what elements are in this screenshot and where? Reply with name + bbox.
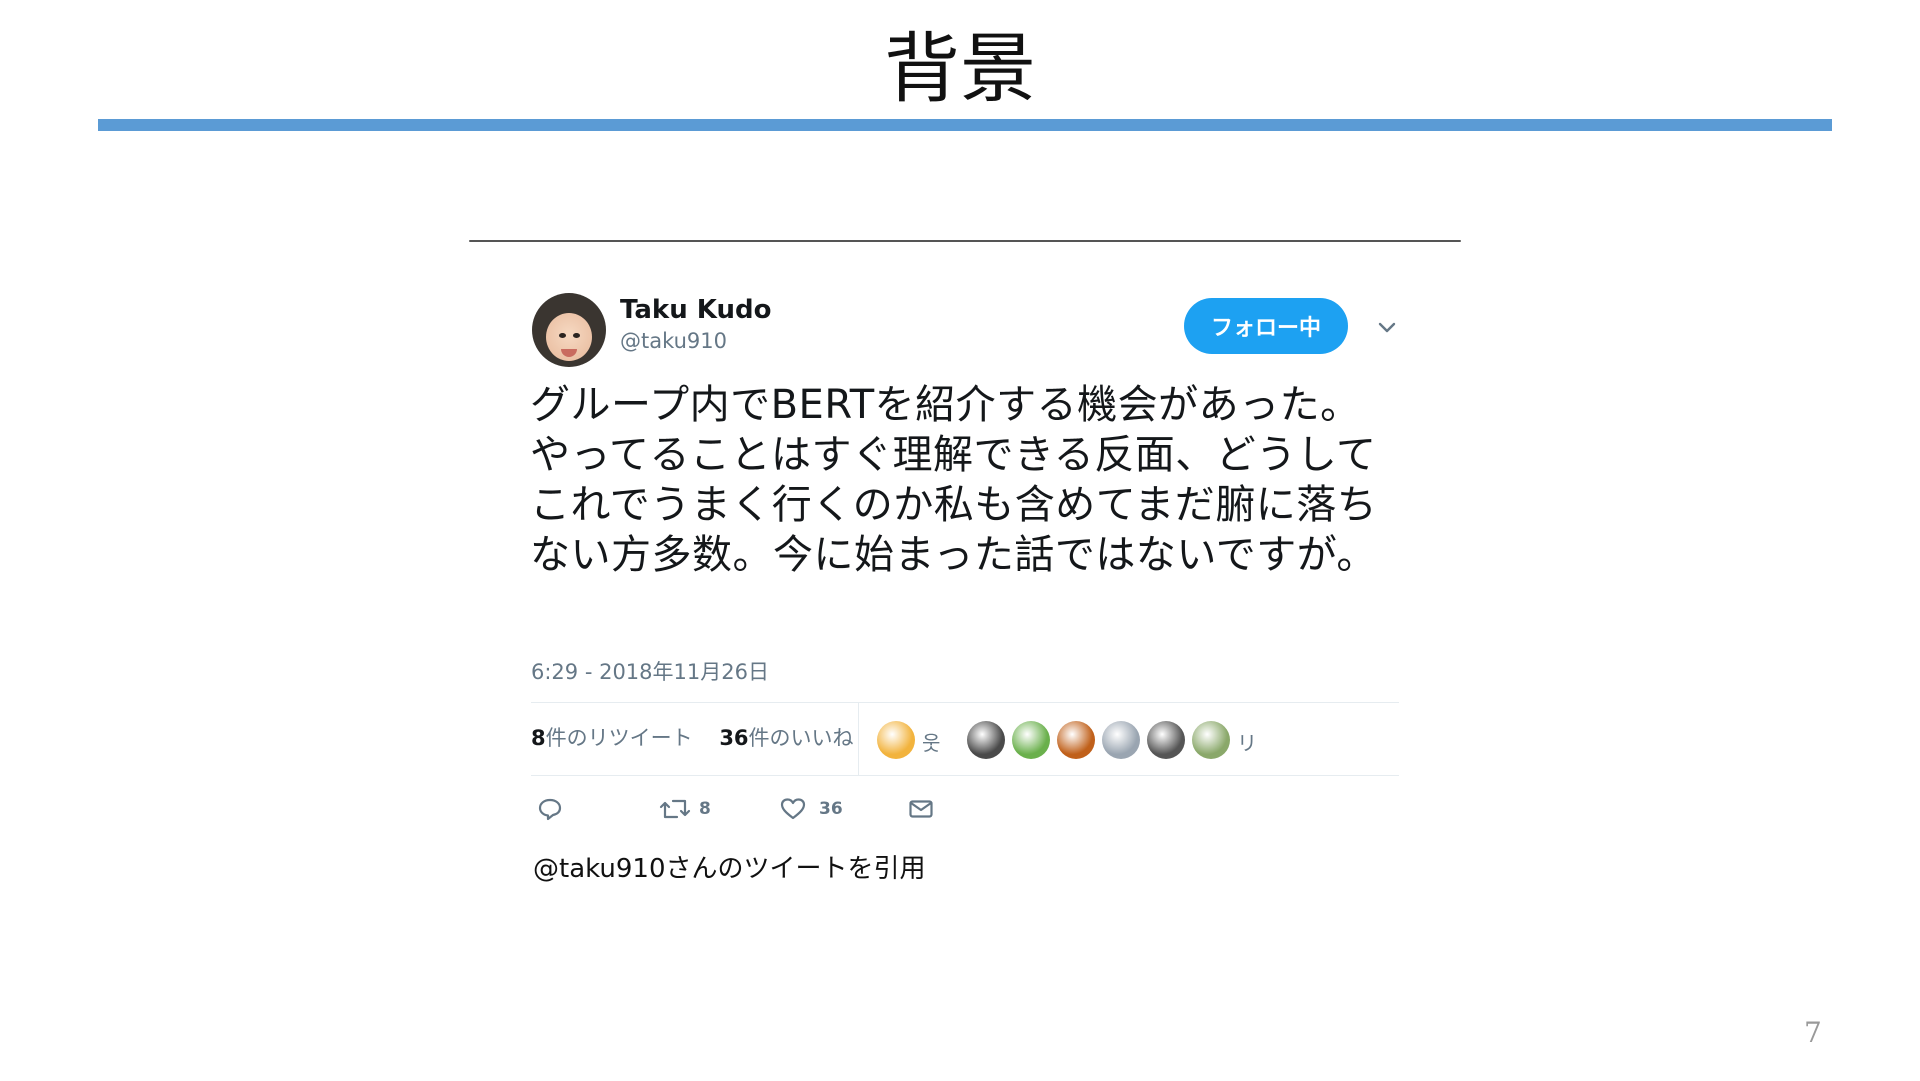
avatar-eye — [573, 333, 580, 338]
liker-avatar[interactable] — [1192, 721, 1230, 759]
like-count: 36 — [719, 726, 749, 750]
chevron-down-icon[interactable] — [1376, 316, 1398, 338]
reply-icon — [536, 795, 564, 823]
author-avatar[interactable] — [532, 293, 606, 367]
tweet-card-top-border — [469, 240, 1461, 242]
like-label: 件のいいね — [748, 726, 854, 750]
author-handle[interactable]: @taku910 — [620, 329, 727, 353]
stats-divider-top — [531, 702, 1399, 703]
dm-button[interactable] — [907, 795, 935, 823]
stats-divider-bottom — [531, 775, 1399, 776]
author-name[interactable]: Taku Kudo — [620, 295, 771, 325]
slide-title: 背景 — [884, 24, 1036, 113]
retweet-count: 8 — [531, 726, 546, 750]
tweet-text: グループ内でBERTを紹介する機会があった。やってることはすぐ理解できる反面、ど… — [530, 382, 1378, 578]
liker-avatar[interactable] — [1057, 721, 1095, 759]
liker-avatar[interactable] — [1147, 721, 1185, 759]
title-underline — [98, 119, 1832, 131]
liker-avatar[interactable] — [1012, 721, 1050, 759]
liker-avatar[interactable] — [967, 721, 1005, 759]
liker-avatar[interactable]: 웃 — [922, 727, 940, 756]
retweet-button[interactable]: 8 — [659, 795, 711, 823]
tweet-stats: 8件のリツイート 36件のいいね — [531, 722, 874, 752]
stats-vertical-divider — [858, 703, 859, 775]
liker-avatar[interactable] — [1102, 721, 1140, 759]
like-button[interactable]: 36 — [779, 795, 843, 823]
avatar-eye — [559, 333, 566, 338]
quote-caption: @taku910さんのツイートを引用 — [533, 854, 926, 884]
liker-avatar[interactable] — [877, 721, 915, 759]
retweet-action-count: 8 — [699, 799, 711, 819]
retweet-label: 件のリツイート — [545, 726, 693, 750]
envelope-icon — [907, 795, 935, 823]
tweet-timestamp[interactable]: 6:29 - 2018年11月26日 — [531, 656, 769, 686]
tweet-actions: 8 36 — [531, 795, 951, 825]
like-stat[interactable]: 36件のいいね — [719, 726, 853, 750]
liker-avatar[interactable]: リ — [1237, 727, 1257, 756]
page-number: 7 — [1804, 1016, 1822, 1049]
retweet-icon — [659, 795, 691, 823]
follow-button[interactable]: フォロー中 — [1184, 298, 1348, 354]
retweet-stat[interactable]: 8件のリツイート — [531, 726, 693, 750]
reply-button[interactable] — [536, 795, 564, 823]
like-action-count: 36 — [819, 799, 843, 819]
heart-icon — [779, 795, 807, 823]
